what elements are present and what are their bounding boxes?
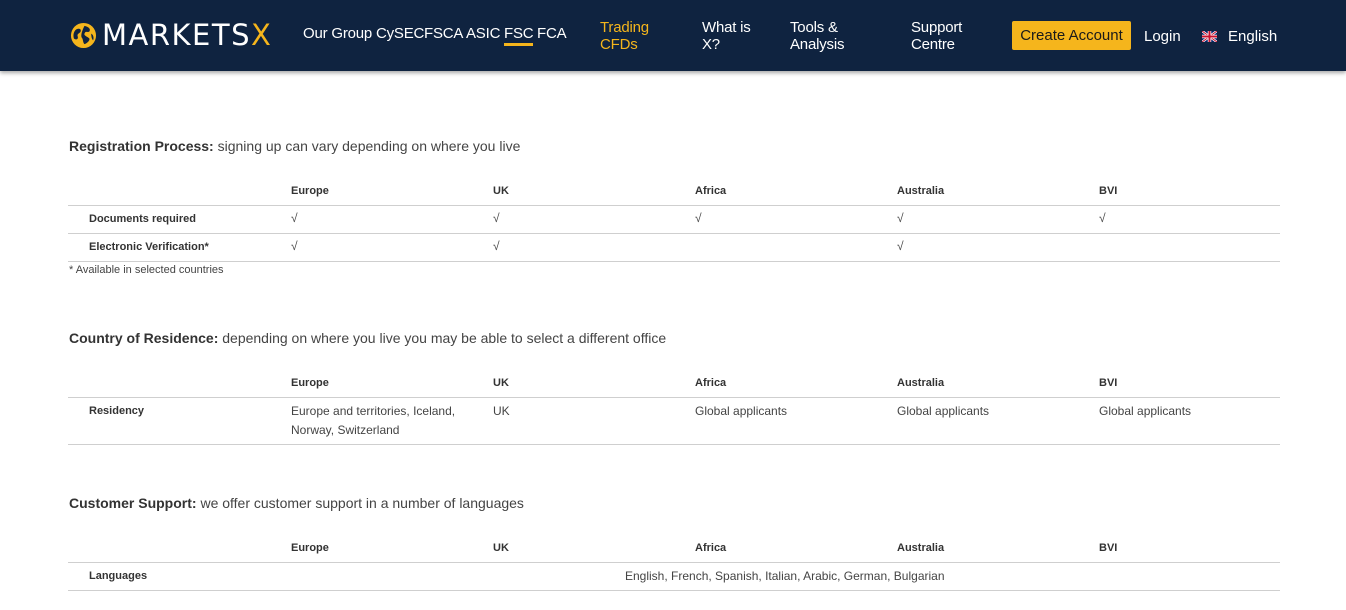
nav-tools-line2: Analysis [790, 36, 845, 53]
check-mark: √ [1099, 211, 1106, 225]
residency-uk: UK [493, 404, 510, 418]
top-navigation-bar: MARKETSX Our Group CySEC FSCA ASIC FSC F… [0, 0, 1346, 71]
col-header-europe: Europe [291, 542, 329, 554]
uk-flag-icon [1202, 31, 1217, 42]
check-mark: √ [493, 211, 500, 225]
nav-fsca[interactable]: FSCA [424, 25, 463, 42]
check-mark: √ [493, 239, 500, 253]
nav-trading-line1: Trading [600, 19, 649, 36]
nav-cysec[interactable]: CySEC [376, 25, 424, 42]
table-divider [68, 397, 1280, 398]
nav-fsc-active[interactable]: FSC [504, 25, 534, 46]
col-header-bvi: BVI [1099, 377, 1118, 389]
col-header-australia: Australia [897, 377, 945, 389]
residency-europe-line1: Europe and territories, Iceland, [291, 404, 456, 418]
table-divider [68, 562, 1280, 563]
col-header-europe: Europe [291, 377, 329, 389]
nav-whatis-line2: X? [702, 36, 720, 53]
col-header-africa: Africa [695, 377, 727, 389]
nav-trading-line2: CFDs [600, 36, 638, 53]
col-header-africa: Africa [695, 185, 727, 197]
nav-support-line2: Centre [911, 36, 955, 53]
create-account-button[interactable]: Create Account [1012, 21, 1131, 50]
check-mark: √ [897, 211, 904, 225]
col-header-australia: Australia [897, 542, 945, 554]
marketsx-logo[interactable]: MARKETSX [70, 20, 272, 50]
col-header-europe: Europe [291, 185, 329, 197]
nav-what-is-x[interactable]: What is X? [702, 19, 751, 53]
table-divider [68, 590, 1280, 591]
nav-support-centre[interactable]: Support Centre [911, 19, 962, 53]
supported-languages: English, French, Spanish, Italian, Arabi… [625, 569, 945, 583]
col-header-africa: Africa [695, 542, 727, 554]
residence-heading-bold: Country of Residence: [69, 330, 219, 346]
globe-logo-icon [70, 22, 97, 48]
language-label: English [1228, 28, 1278, 45]
registration-heading-text: signing up can vary depending on where y… [213, 138, 521, 154]
col-header-bvi: BVI [1099, 542, 1118, 554]
col-header-uk: UK [493, 377, 509, 389]
table-divider [68, 261, 1280, 262]
nav-asic[interactable]: ASIC [466, 25, 500, 42]
nav-fca[interactable]: FCA [537, 25, 567, 42]
check-mark: √ [695, 211, 702, 225]
col-header-uk: UK [493, 542, 509, 554]
support-heading-bold: Customer Support: [69, 495, 197, 511]
nav-support-line1: Support [911, 19, 963, 36]
nav-trading-cfds[interactable]: Trading CFDs [600, 19, 649, 53]
nav-tools-line1: Tools & [790, 19, 838, 36]
table-divider [68, 444, 1280, 445]
residency-africa: Global applicants [695, 404, 788, 418]
check-mark: √ [291, 239, 298, 253]
support-heading: Customer Support: we offer customer supp… [69, 495, 524, 511]
nav-whatis-line1: What is [702, 19, 751, 36]
logo-accent-text: X [250, 18, 273, 52]
nav-our-group[interactable]: Our Group [303, 25, 372, 42]
row-label-residency: Residency [89, 405, 145, 417]
col-header-bvi: BVI [1099, 185, 1118, 197]
col-header-uk: UK [493, 185, 509, 197]
availability-footnote: * Available in selected countries [69, 264, 224, 276]
row-label-languages: Languages [89, 570, 148, 582]
table-divider [68, 233, 1280, 234]
login-link[interactable]: Login [1144, 28, 1181, 45]
residence-heading-text: depending on where you live you may be a… [218, 330, 667, 346]
table-divider [68, 205, 1280, 206]
residency-australia: Global applicants [897, 404, 990, 418]
support-heading-text: we offer customer support in a number of… [196, 495, 524, 511]
row-label-documents: Documents required [89, 213, 196, 225]
check-mark: √ [291, 211, 298, 225]
residency-europe-line2: Norway, Switzerland [291, 423, 400, 437]
col-header-australia: Australia [897, 185, 945, 197]
row-label-electronic-verification: Electronic Verification* [89, 241, 209, 253]
logo-main-text: MARKETS [102, 18, 251, 52]
residency-bvi: Global applicants [1099, 404, 1192, 418]
check-mark: √ [897, 239, 904, 253]
logo-wordmark: MARKETSX [102, 20, 272, 50]
registration-heading-bold: Registration Process: [69, 138, 214, 154]
nav-tools-analysis[interactable]: Tools & Analysis [790, 19, 844, 53]
residency-europe: Europe and territories, Iceland, Norway,… [291, 402, 455, 440]
registration-heading: Registration Process: signing up can var… [69, 138, 520, 154]
residence-heading: Country of Residence: depending on where… [69, 330, 666, 346]
language-selector[interactable]: English [1202, 28, 1277, 45]
